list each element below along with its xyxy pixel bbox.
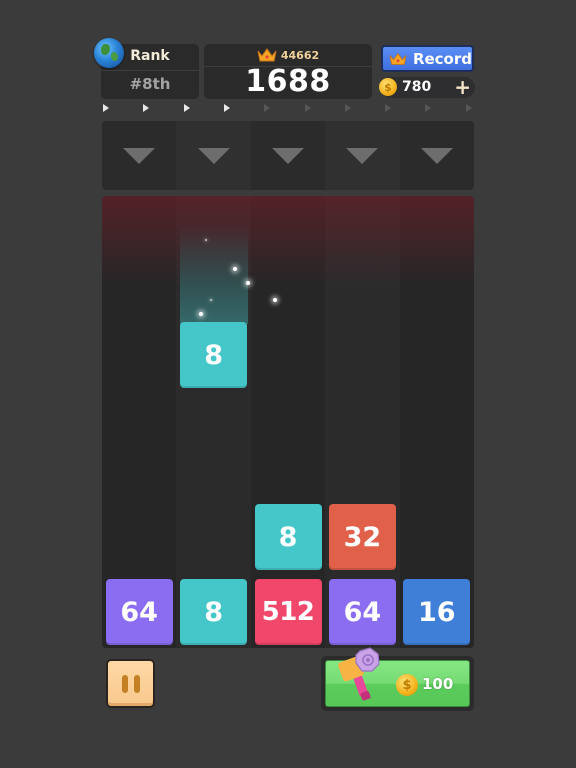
level-progress xyxy=(103,104,473,114)
progress-step-icon xyxy=(264,104,271,112)
pause-icon xyxy=(121,674,128,693)
triangle-down-icon xyxy=(420,147,453,164)
falling-trail xyxy=(180,224,249,324)
tile: 64 xyxy=(328,579,396,645)
hammer-button[interactable]: $ 100 xyxy=(321,647,474,711)
progress-step-icon xyxy=(385,104,392,112)
coin-count: 780 xyxy=(402,79,432,95)
tile: 16 xyxy=(403,579,471,645)
coin-balance: $ 780 + xyxy=(379,75,475,99)
progress-step-icon xyxy=(223,104,230,112)
drop-column-1[interactable] xyxy=(102,121,176,190)
coin-icon: $ xyxy=(379,78,397,96)
drop-column-5[interactable] xyxy=(400,121,474,190)
crown-icon xyxy=(257,48,277,62)
score-panel: 44662 1688 xyxy=(204,44,372,99)
progress-step-icon xyxy=(465,104,472,112)
globe-icon xyxy=(94,38,124,68)
pause-icon xyxy=(133,674,140,693)
tile: 32 xyxy=(328,504,396,570)
current-score: 1688 xyxy=(245,64,331,99)
coin-icon: $ xyxy=(396,674,418,696)
divider xyxy=(101,70,199,71)
progress-step-icon xyxy=(143,104,150,112)
add-coins-button[interactable]: + xyxy=(454,75,471,99)
drop-column-3[interactable] xyxy=(251,121,325,190)
hammer-button-body: $ 100 xyxy=(325,647,470,707)
tile: 8 xyxy=(180,579,248,645)
tile: 8 xyxy=(180,322,248,388)
triangle-down-icon xyxy=(197,147,230,164)
progress-step-icon xyxy=(103,104,109,112)
best-score: 44662 xyxy=(280,48,320,62)
pause-button[interactable] xyxy=(106,659,155,708)
drop-selector xyxy=(102,121,474,190)
progress-step-icon xyxy=(344,104,351,112)
record-button[interactable]: Record xyxy=(381,45,474,72)
progress-step-icon xyxy=(425,104,432,112)
tile: 512 xyxy=(254,579,322,645)
record-label: Record xyxy=(412,49,472,68)
rank-value: #8th xyxy=(129,75,171,93)
game-board[interactable]: 8 8 32 64 8 512 64 16 xyxy=(102,196,474,648)
crown-icon xyxy=(389,52,407,65)
triangle-down-icon xyxy=(123,147,156,164)
progress-step-icon xyxy=(183,104,190,112)
best-score-row: 44662 xyxy=(204,48,372,62)
drop-column-4[interactable] xyxy=(325,121,400,190)
tile: 8 xyxy=(254,504,322,570)
tile: 64 xyxy=(105,579,173,645)
drop-column-2[interactable] xyxy=(176,121,251,190)
triangle-down-icon xyxy=(346,147,379,164)
hammer-price: 100 xyxy=(422,675,454,693)
progress-step-icon xyxy=(304,104,311,112)
hammer-icon xyxy=(338,647,380,701)
triangle-down-icon xyxy=(272,147,305,164)
